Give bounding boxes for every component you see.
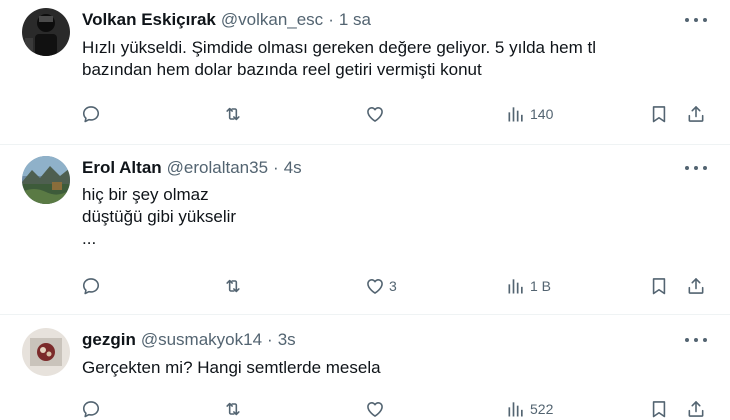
like-count: 3 — [389, 278, 397, 294]
user-name[interactable]: gezgin — [82, 330, 136, 350]
tweet-text: Gerçekten mi? Hangi semtlerde mesela — [82, 357, 381, 379]
views-count: 522 — [530, 401, 554, 417]
user-name[interactable]: Erol Altan — [82, 158, 162, 178]
user-handle[interactable]: @erolaltan35 — [167, 158, 268, 178]
reply-icon — [82, 401, 100, 418]
share-button[interactable] — [686, 274, 706, 298]
views-count: 1 B — [530, 278, 552, 294]
views-icon — [508, 107, 523, 122]
separator: · — [267, 330, 273, 349]
bookmark-button[interactable] — [649, 397, 669, 420]
like-button[interactable]: 3 — [365, 274, 397, 298]
like-icon — [367, 279, 383, 294]
timestamp[interactable]: 4s — [284, 158, 302, 178]
bookmark-icon — [652, 106, 666, 123]
reply-button[interactable] — [81, 274, 101, 298]
tweet-text-line: Gerçekten mi? Hangi semtlerde mesela — [82, 358, 381, 377]
retweet-button[interactable] — [223, 274, 243, 298]
retweet-icon — [226, 279, 240, 293]
share-icon — [688, 106, 704, 122]
tweet-header: Erol Altan @erolaltan35 · 4s — [82, 156, 302, 180]
tweet-text-line: ... — [82, 229, 97, 248]
tweet-text-line: Hızlı yükseldi. Şimdide olması gereken d… — [82, 38, 597, 57]
retweet-icon — [226, 402, 240, 416]
tweet-header: Volkan Eskiçırak @volkan_esc · 1 sa — [82, 8, 371, 32]
share-icon — [688, 278, 704, 294]
action-bar: 3 1 B — [0, 274, 730, 298]
like-button[interactable] — [365, 397, 389, 420]
timestamp[interactable]: 1 sa — [339, 10, 371, 30]
views-button[interactable]: 140 — [506, 102, 553, 126]
action-bar: 522 — [0, 397, 730, 420]
user-handle[interactable]: @volkan_esc — [221, 10, 323, 30]
views-button[interactable]: 522 — [506, 397, 553, 420]
share-button[interactable] — [686, 102, 706, 126]
more-icon[interactable] — [685, 162, 707, 174]
retweet-button[interactable] — [223, 102, 243, 126]
bookmark-icon — [652, 278, 666, 295]
bookmark-button[interactable] — [649, 102, 669, 126]
tweet-header: gezgin @susmakyok14 · 3s — [82, 328, 296, 352]
timestamp[interactable]: 3s — [278, 330, 296, 350]
bookmark-icon — [652, 401, 666, 418]
retweet-icon — [226, 107, 240, 121]
divider — [0, 144, 730, 145]
reply-button[interactable] — [81, 397, 101, 420]
avatar[interactable] — [22, 328, 70, 376]
like-button[interactable] — [365, 102, 389, 126]
tweet-text-line: düştüğü gibi yükselir — [82, 207, 237, 226]
avatar[interactable] — [22, 8, 70, 56]
separator: · — [273, 158, 279, 177]
tweet[interactable]: Volkan Eskiçırak @volkan_esc · 1 sa Hızl… — [0, 8, 730, 148]
avatar[interactable] — [22, 156, 70, 204]
share-icon — [688, 401, 704, 417]
retweet-button[interactable] — [223, 397, 243, 420]
tweet[interactable]: Erol Altan @erolaltan35 · 4s hiç bir şey… — [0, 156, 730, 306]
tweet-text: hiç bir şey olmaz düştüğü gibi yükselir … — [82, 184, 236, 250]
reply-button[interactable] — [81, 102, 101, 126]
tweet-text: Hızlı yükseldi. Şimdide olması gereken d… — [82, 37, 596, 81]
reply-icon — [82, 278, 100, 295]
user-name[interactable]: Volkan Eskiçırak — [82, 10, 216, 30]
tweet-text-line: hiç bir şey olmaz — [82, 185, 209, 204]
tweet[interactable]: gezgin @susmakyok14 · 3s Gerçekten mi? H… — [0, 328, 730, 420]
like-icon — [367, 402, 383, 417]
tweet-text-line: bazından hem dolar bazında reel getiri v… — [82, 60, 482, 79]
user-handle[interactable]: @susmakyok14 — [141, 330, 262, 350]
views-icon — [508, 279, 523, 294]
more-icon[interactable] — [685, 334, 707, 346]
views-count: 140 — [530, 106, 554, 122]
separator: · — [328, 10, 334, 29]
like-icon — [367, 107, 383, 122]
more-icon[interactable] — [685, 14, 707, 26]
divider — [0, 314, 730, 315]
action-bar: 140 — [0, 102, 730, 126]
bookmark-button[interactable] — [649, 274, 669, 298]
share-button[interactable] — [686, 397, 706, 420]
views-icon — [508, 402, 523, 417]
reply-icon — [82, 106, 100, 123]
views-button[interactable]: 1 B — [506, 274, 551, 298]
